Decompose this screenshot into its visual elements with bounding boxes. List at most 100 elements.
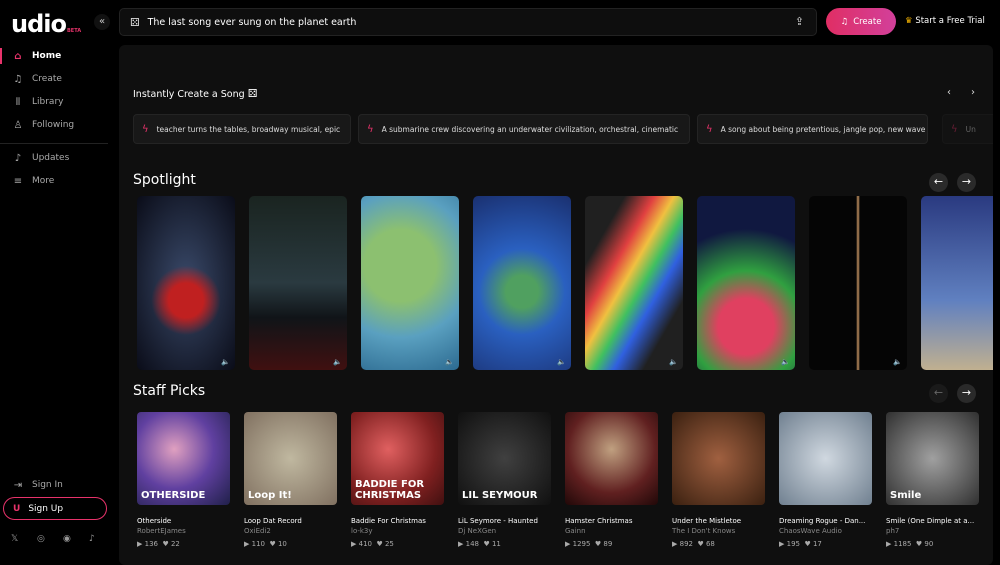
song-title[interactable]: Smile (One Dimple at a...: [886, 517, 986, 525]
sidebar-item-more[interactable]: ≡ More: [0, 171, 118, 191]
artist-name[interactable]: lo-k3y: [351, 527, 451, 535]
mute-icon[interactable]: 🔈: [781, 358, 790, 366]
spotlight-next-button[interactable]: →: [957, 173, 976, 192]
song-title[interactable]: Under the Mistletoe: [672, 517, 772, 525]
sidebar-item-create[interactable]: ♫ Create: [0, 69, 118, 89]
dice-icon[interactable]: ⚄: [248, 87, 258, 100]
song-title[interactable]: Otherside: [137, 517, 237, 525]
next-prompts-button[interactable]: ›: [971, 87, 975, 98]
sign-up-button[interactable]: U Sign Up: [3, 497, 107, 520]
user-icon: ♙: [13, 119, 23, 131]
spotlight-card[interactable]: 🔈: [361, 196, 459, 370]
create-button[interactable]: ♫ Create: [826, 8, 896, 35]
staff-pick-meta: Loop Dat Record OxiEdi2 ▶ 110 ♥ 10: [244, 517, 344, 548]
instant-create-title: Instantly Create a Song ⚄: [133, 87, 258, 100]
play-icon: ▶: [779, 540, 785, 548]
tiktok-icon[interactable]: ♪: [89, 534, 95, 544]
music-plus-icon: ♫: [13, 73, 23, 85]
artist-name[interactable]: ChaosWave Audio: [779, 527, 879, 535]
bolt-icon: ϟ: [706, 123, 713, 135]
spotlight-card[interactable]: 🔈: [473, 196, 571, 370]
mute-icon[interactable]: 🔈: [557, 358, 566, 366]
bolt-icon: ϟ: [142, 123, 149, 135]
staff-pick-meta: Hamster Christmas Gainn ▶ 1295 ♥ 89: [565, 517, 665, 548]
bolt-icon: ϟ: [367, 123, 374, 135]
artist-name[interactable]: OxiEdi2: [244, 527, 344, 535]
home-icon: ⌂: [14, 50, 22, 62]
song-title[interactable]: Hamster Christmas: [565, 517, 665, 525]
main-panel: Instantly Create a Song ⚄ ‹ › ϟ teacher t…: [119, 45, 993, 565]
udio-logo[interactable]: udioBETA: [11, 10, 81, 38]
spotlight-card[interactable]: 🔈: [921, 196, 993, 370]
mute-icon[interactable]: 🔈: [893, 358, 902, 366]
artist-name[interactable]: RobertEJames: [137, 527, 237, 535]
spotlight-card[interactable]: 🔈: [585, 196, 683, 370]
play-icon: ▶: [137, 540, 143, 548]
song-title[interactable]: LiL Seymore - Haunted: [458, 517, 558, 525]
artist-name[interactable]: ph7: [886, 527, 986, 535]
artist-name[interactable]: Dj NeXGen: [458, 527, 558, 535]
staff-pick-cover[interactable]: BADDIE FOR CHRISTMAS: [351, 412, 444, 505]
play-icon: ▶: [886, 540, 892, 548]
song-title[interactable]: Dreaming Rogue - Dan...: [779, 517, 879, 525]
spotlight-card[interactable]: 🔈: [697, 196, 795, 370]
spotlight-card[interactable]: 🔈: [809, 196, 907, 370]
staff-pick-cover[interactable]: [779, 412, 872, 505]
prompt-suggestion[interactable]: ϟ Un: [942, 114, 993, 144]
artist-name[interactable]: The I Don't Knows: [672, 527, 772, 535]
prompt-suggestion[interactable]: ϟ teacher turns the tables, broadway musi…: [133, 114, 351, 144]
sidebar-item-home[interactable]: ⌂ Home: [0, 46, 118, 66]
play-icon: ▶: [458, 540, 464, 548]
mute-icon[interactable]: 🔈: [445, 358, 454, 366]
staff-pick-cover[interactable]: Smile: [886, 412, 979, 505]
mute-icon[interactable]: 🔈: [669, 358, 678, 366]
heart-icon: ♥: [594, 540, 602, 548]
staff-picks-next-button[interactable]: →: [957, 384, 976, 403]
free-trial-link[interactable]: ♛ Start a Free Trial: [905, 16, 985, 26]
spotlight-card[interactable]: 🔈: [249, 196, 347, 370]
staff-pick-meta: Baddie For Christmas lo-k3y ▶ 410 ♥ 25: [351, 517, 451, 548]
sidebar-item-updates[interactable]: ♪ Updates: [0, 148, 118, 168]
prev-prompts-button[interactable]: ‹: [947, 87, 951, 98]
staff-picks-prev-button[interactable]: ←: [929, 384, 948, 403]
upload-icon[interactable]: ⇪: [795, 15, 804, 28]
song-title[interactable]: Baddie For Christmas: [351, 517, 451, 525]
prompt-input[interactable]: ⚄ The last song ever sung on the planet …: [119, 8, 817, 36]
discord-icon[interactable]: ◉: [63, 534, 71, 544]
staff-pick-cover[interactable]: OTHERSIDE: [137, 412, 230, 505]
mute-icon[interactable]: 🔈: [333, 358, 342, 366]
x-icon[interactable]: 𝕏: [11, 534, 18, 544]
sidebar-item-library[interactable]: ⫴ Library: [0, 92, 118, 112]
collapse-sidebar-button[interactable]: «: [94, 14, 110, 30]
staff-pick-cover[interactable]: Loop It!: [244, 412, 337, 505]
staff-pick-cover[interactable]: LIL SEYMOUR: [458, 412, 551, 505]
staff-pick-cover[interactable]: [672, 412, 765, 505]
heart-icon: ♥: [915, 540, 923, 548]
staff-picks-title: Staff Picks: [133, 383, 206, 399]
staff-pick-meta: Otherside RobertEJames ▶ 136 ♥ 22: [137, 517, 237, 548]
staff-pick-cover[interactable]: [565, 412, 658, 505]
artist-name[interactable]: Gainn: [565, 527, 665, 535]
play-icon: ▶: [244, 540, 250, 548]
heart-icon: ♥: [483, 540, 490, 548]
play-icon: ▶: [351, 540, 357, 548]
heart-icon: ♥: [162, 540, 169, 548]
spotlight-card[interactable]: 🔈: [137, 196, 235, 370]
sidebar: udioBETA « ⌂ Home ♫ Create ⫴ Library ♙ Followin…: [0, 0, 118, 554]
dice-icon[interactable]: ⚄: [130, 16, 140, 29]
mute-icon[interactable]: 🔈: [221, 358, 230, 366]
prompt-suggestion[interactable]: ϟA submarine crew discovering an underwa…: [358, 114, 690, 144]
sign-in-button[interactable]: ⇥ Sign In: [0, 475, 118, 495]
prompt-suggestion[interactable]: ϟA song about being pretentious, jangle …: [697, 114, 928, 144]
spotlight-title: Spotlight: [133, 172, 196, 188]
spotlight-prev-button[interactable]: ←: [929, 173, 948, 192]
staff-pick-meta: Under the Mistletoe The I Don't Knows ▶ …: [672, 517, 772, 548]
sidebar-item-following[interactable]: ♙ Following: [0, 115, 118, 135]
play-icon: ▶: [672, 540, 678, 548]
song-title[interactable]: Loop Dat Record: [244, 517, 344, 525]
instagram-icon[interactable]: ◎: [37, 534, 45, 544]
staff-pick-meta: Smile (One Dimple at a... ph7 ▶ 1185 ♥ 9…: [886, 517, 986, 548]
play-icon: ▶: [565, 540, 571, 548]
staff-pick-meta: Dreaming Rogue - Dan... ChaosWave Audio …: [779, 517, 879, 548]
udio-icon: U: [13, 503, 21, 514]
